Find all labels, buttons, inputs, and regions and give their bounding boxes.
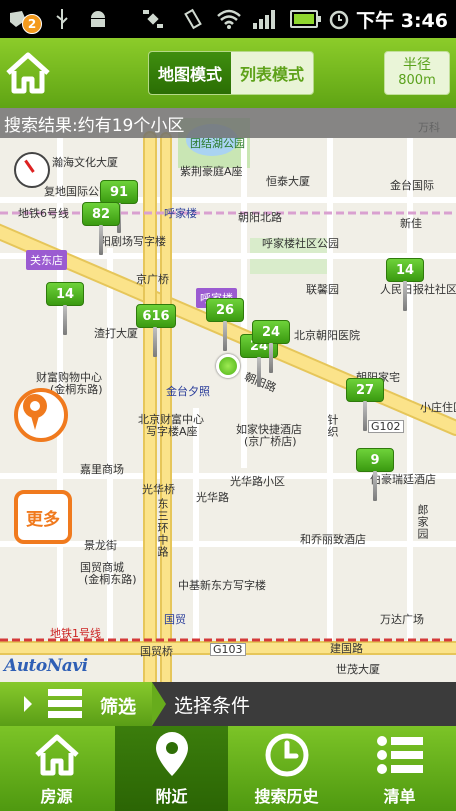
- current-location-marker: [216, 354, 240, 378]
- map-label: 渣打大厦: [94, 327, 138, 340]
- house-icon: [34, 734, 79, 776]
- map-label: 世茂大厦: [336, 663, 380, 676]
- search-result-bar: 搜索结果:约有19个小区: [0, 108, 456, 138]
- map-label: 地铁6号线: [18, 207, 69, 220]
- select-condition-field[interactable]: 选择条件: [174, 691, 250, 718]
- map-label: 写字楼A座: [146, 425, 198, 438]
- district-tag: 关东店: [26, 250, 67, 270]
- map-label: 紫荆豪庭A座: [180, 165, 243, 178]
- map-label: 国贸: [164, 613, 186, 626]
- list-icon: [376, 736, 423, 774]
- radius-button[interactable]: 半径 800m: [384, 51, 450, 95]
- filter-list-icon: [24, 689, 82, 718]
- nav-label: 附近: [155, 787, 188, 806]
- road-label: 东三环中路: [156, 498, 169, 558]
- bottom-navigation: 房源 附近 搜索历史 清单: [0, 726, 456, 811]
- map-label: 金台夕照: [166, 385, 210, 398]
- map-label: 国贸商城: [80, 561, 124, 574]
- map-label: 万达广场: [380, 613, 424, 626]
- locate-button[interactable]: [14, 388, 68, 442]
- map-label: 财富购物中心: [36, 371, 102, 384]
- signal-icon: [253, 9, 275, 29]
- nav-search-history[interactable]: 搜索历史: [230, 726, 343, 811]
- clock-icon: [265, 733, 308, 777]
- map-label: (京广桥店): [244, 435, 297, 448]
- map-label: 光华路: [196, 491, 229, 504]
- map-label: 京广桥: [136, 273, 169, 286]
- compass-icon[interactable]: [14, 152, 50, 188]
- community-pin[interactable]: 9: [356, 448, 394, 504]
- map-label: 北京财富中心: [138, 413, 204, 426]
- radius-label: 半径: [403, 57, 431, 74]
- map-label: G103: [210, 643, 246, 656]
- map-label: 如家快捷酒店: [236, 423, 302, 436]
- map-label: 金台国际: [390, 179, 434, 192]
- more-button[interactable]: 更多: [14, 490, 72, 544]
- top-header: 地图模式 列表模式 半径 800m: [0, 38, 456, 108]
- road-label: 郎家园: [416, 504, 429, 540]
- map-label: 国贸桥: [140, 645, 173, 658]
- usb-icon: [52, 7, 72, 31]
- community-pin[interactable]: 26: [206, 298, 244, 354]
- nav-label: 清单: [383, 787, 416, 806]
- map-label: 北京朝阳医院: [294, 329, 360, 342]
- map-label: 恒泰大厦: [266, 175, 310, 188]
- android-icon: [86, 7, 110, 31]
- community-pin[interactable]: 14: [386, 258, 424, 314]
- map-label: 联馨园: [306, 283, 339, 296]
- vibrate-icon: [180, 7, 206, 31]
- filter-button[interactable]: 筛选: [0, 682, 166, 726]
- radius-value: 800m: [398, 72, 436, 88]
- nav-checklist[interactable]: 清单: [343, 726, 456, 811]
- map-label: 中基新东方写字楼: [178, 579, 266, 592]
- map-label: 地铁1号线: [50, 627, 101, 640]
- map-label: 和乔丽致酒店: [300, 533, 366, 546]
- map-label: 团结湖公园: [190, 137, 245, 150]
- community-pin[interactable]: 82: [82, 202, 120, 258]
- map-view[interactable]: 搜索结果:约有19个小区 团结湖公园 万科 瀚海文化大厦 紫荆豪庭A座 复地国际…: [0, 108, 456, 682]
- community-pin[interactable]: 27: [346, 378, 384, 434]
- view-mode-toggle: 地图模式 列表模式: [148, 51, 314, 95]
- clock-time: 下午 3:46: [356, 10, 448, 32]
- map-label: 呼家楼社区公园: [262, 237, 339, 250]
- filter-bar: 筛选 选择条件: [0, 682, 456, 726]
- nav-label: 房源: [40, 787, 73, 806]
- map-label: 光华路小区: [230, 475, 285, 488]
- filter-label: 筛选: [100, 697, 136, 718]
- nav-listings[interactable]: 房源: [0, 726, 113, 811]
- community-pin[interactable]: 24: [252, 320, 290, 376]
- satellite-icon: [140, 7, 166, 31]
- locate-icon: [23, 394, 47, 430]
- nav-nearby[interactable]: 附近: [115, 726, 228, 811]
- map-label: 新佳: [400, 217, 422, 230]
- map-label: 小庄住区: [420, 401, 456, 414]
- home-icon: [6, 52, 50, 94]
- map-label: 嘉里商场: [80, 463, 124, 476]
- map-label: 光华桥: [142, 483, 175, 496]
- map-label: (金桐东路): [84, 573, 137, 586]
- road-label: 针织: [326, 414, 339, 438]
- map-label: 朝阳北路: [238, 211, 282, 224]
- alarm-icon: [326, 7, 352, 31]
- nav-label: 搜索历史: [254, 787, 319, 806]
- community-pin[interactable]: 616: [136, 304, 176, 360]
- battery-icon: [290, 10, 321, 28]
- tab-map-mode[interactable]: 地图模式: [149, 52, 231, 94]
- status-bar: 2 下午 3:46: [0, 0, 456, 38]
- tab-list-mode[interactable]: 列表模式: [231, 52, 313, 94]
- map-label: 瀚海文化大厦: [52, 156, 118, 169]
- map-label: 建国路: [330, 642, 363, 655]
- home-button[interactable]: [0, 38, 56, 108]
- map-label: 景龙街: [84, 539, 117, 552]
- wifi-icon: [216, 7, 242, 31]
- map-label: 呼家楼: [164, 207, 197, 220]
- location-pin-icon: [155, 732, 188, 776]
- notification-badge: 2: [22, 14, 42, 34]
- autonavi-logo: AutoNavi: [4, 656, 88, 676]
- community-pin[interactable]: 14: [46, 282, 84, 338]
